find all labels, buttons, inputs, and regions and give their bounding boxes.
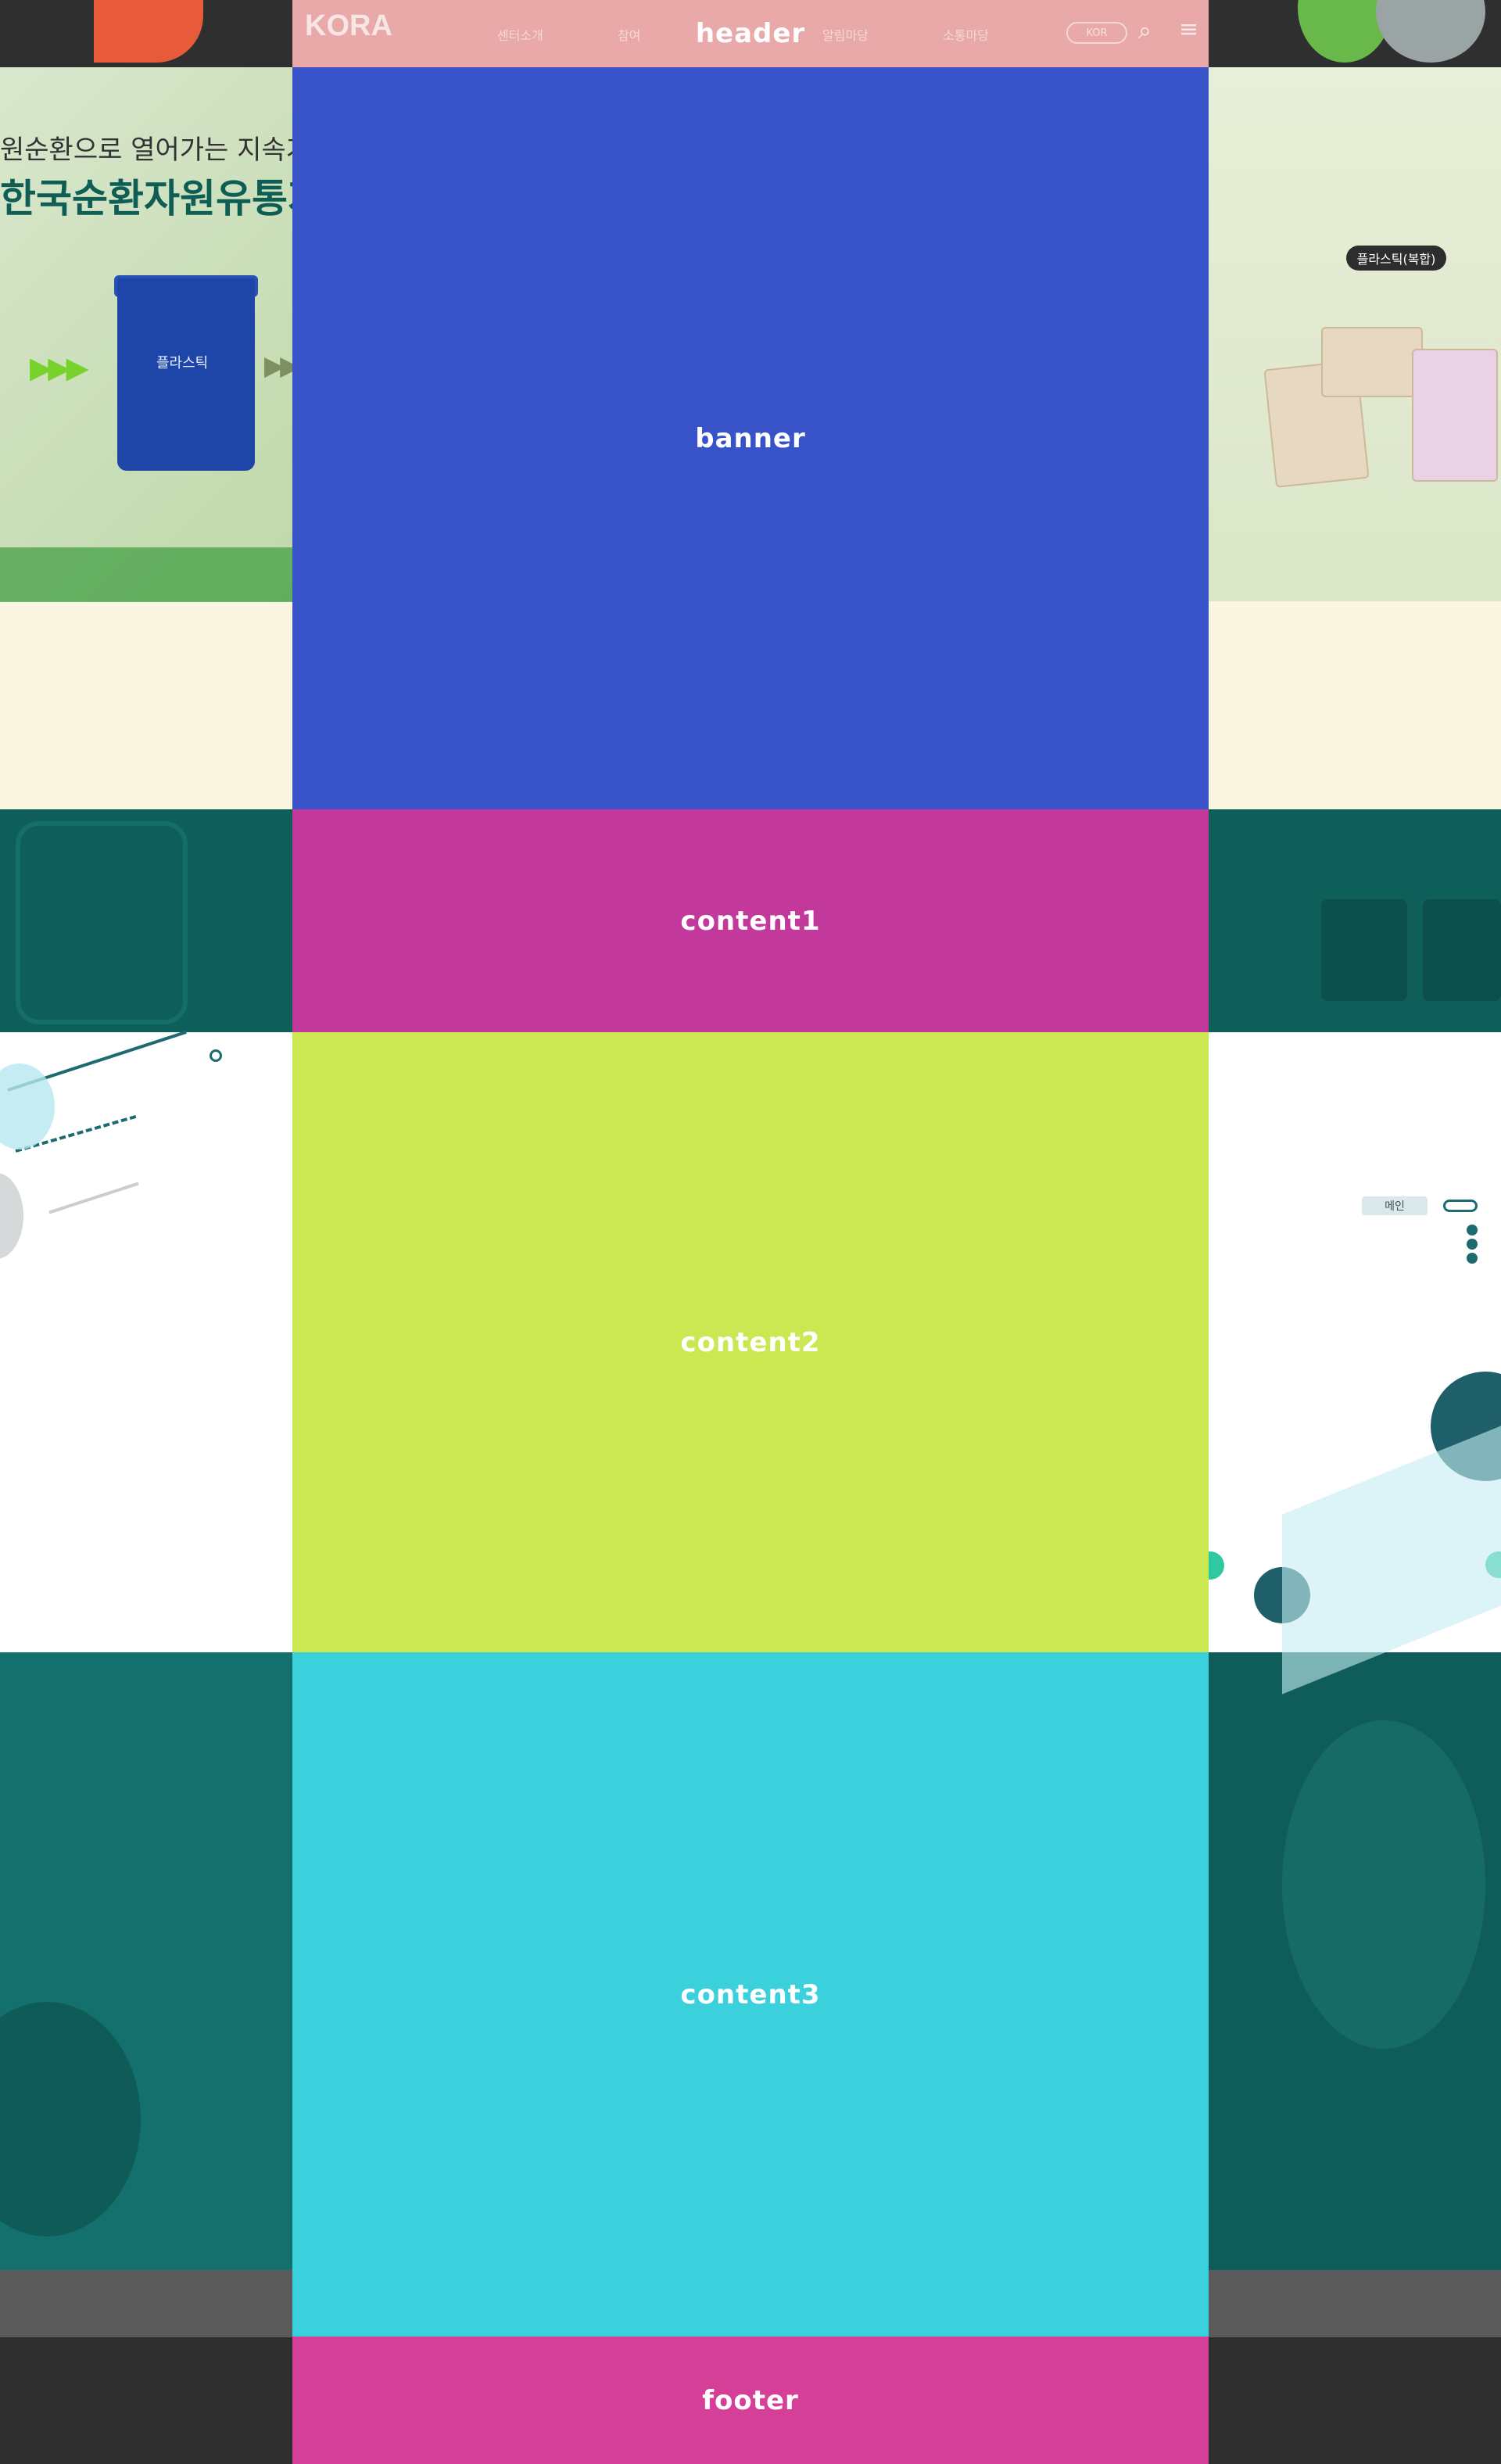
content1-label: content1 [680,905,821,937]
product-tag: 플라스틱(복합) [1346,246,1446,271]
nav-item[interactable]: 센터소개 [497,25,543,44]
decor-leaf-shape [1282,1720,1485,2049]
nav-item[interactable]: 참여 [618,25,640,44]
arrow-right-icon: ▶▶ [264,350,300,382]
cream-left-background [0,601,292,809]
side-indicator-active[interactable] [1443,1200,1478,1212]
snack-package-image [1412,349,1498,482]
main-side-button[interactable]: 메인 [1362,1196,1428,1215]
bin-label: 플라스틱 [156,355,209,371]
arrow-right-icon: ▶▶▶ [30,350,89,385]
snack-package-image [1321,327,1423,397]
decor-ring [210,1049,222,1062]
kora-logo[interactable]: KORA [305,9,430,56]
banner-section: banner [292,67,1209,809]
recycle-bin-decor [1423,899,1501,1001]
recycle-bin-decor [1321,899,1407,1001]
side-indicator-dot[interactable] [1467,1253,1478,1264]
nav-item[interactable]: 소통마당 [943,25,989,44]
content1-section: content1 [292,809,1209,1032]
footer-section: footer [292,2337,1209,2464]
plastic-bin-image [117,278,255,471]
side-indicator-dot[interactable] [1467,1239,1478,1250]
header-label: header [695,18,806,49]
banner-label: banner [695,422,806,454]
hero-floor-shape [0,547,292,602]
content2-label: content2 [680,1326,821,1358]
bottle-pattern-decor [16,821,188,1024]
language-select[interactable]: KOR [1066,22,1127,44]
content2-section: content2 [292,1032,1209,1652]
content3-section: content3 [292,1652,1209,2337]
nav-item[interactable]: 알림마당 [822,25,869,44]
cream-right-background [1209,601,1501,809]
content3-label: content3 [680,1978,821,2010]
footer-label: footer [702,2384,799,2416]
side-indicator-dot[interactable] [1467,1225,1478,1236]
menu-icon[interactable]: ≡ [1179,16,1198,43]
search-icon[interactable]: ⌕ [1138,17,1152,45]
